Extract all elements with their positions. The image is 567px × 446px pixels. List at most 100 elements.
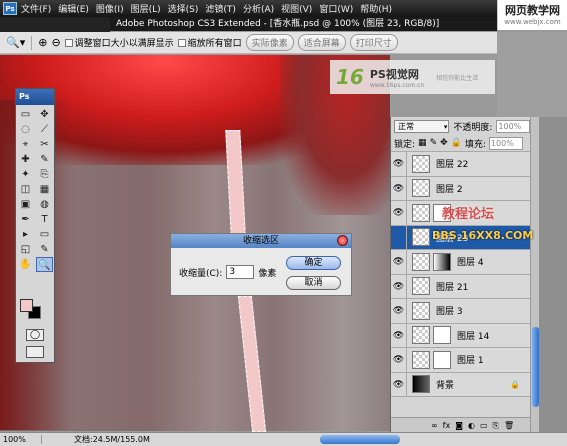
menu-layer[interactable]: 图层(L) xyxy=(131,2,161,15)
foreground-color-swatch[interactable] xyxy=(20,299,33,312)
opacity-input[interactable]: 100% xyxy=(496,119,530,133)
checkbox-box[interactable] xyxy=(177,38,186,47)
lock-move-icon[interactable]: ✥ xyxy=(440,138,448,148)
visibility-eye-icon[interactable]: 👁 xyxy=(391,250,407,274)
menu-analysis[interactable]: 分析(A) xyxy=(243,2,274,15)
magic-wand-tool-icon[interactable]: ⟋ xyxy=(36,122,53,137)
watermark-url: www.webjx.com xyxy=(504,18,561,26)
layer-name: 图层 3 xyxy=(436,307,463,318)
link-layers-icon[interactable]: ∞ xyxy=(431,421,438,430)
visibility-eye-icon[interactable] xyxy=(391,225,407,249)
eyedropper-tool-icon[interactable]: ✎ xyxy=(36,242,53,257)
layer-row[interactable]: 👁 图层 3 xyxy=(391,299,530,324)
lock-all-icon[interactable]: 🔒 xyxy=(451,138,462,148)
menu-filter[interactable]: 滤镜(T) xyxy=(205,2,236,15)
ok-button[interactable]: 确定 xyxy=(286,256,341,270)
resize-window-checkbox[interactable]: 调整窗口大小以满屏显示 xyxy=(64,36,174,49)
path-select-tool-icon[interactable]: ▸ xyxy=(17,227,34,242)
visibility-eye-icon[interactable]: 👁 xyxy=(391,348,407,372)
move-tool-icon[interactable]: ✥ xyxy=(36,107,53,122)
contract-amount-input[interactable]: 3 xyxy=(226,265,255,279)
checkbox-box[interactable] xyxy=(64,38,73,47)
gradient-tool-icon[interactable]: ▦ xyxy=(36,182,53,197)
notes-tool-icon[interactable]: ◱ xyxy=(17,242,34,257)
dodge-tool-icon[interactable]: ◍ xyxy=(36,197,53,212)
zoom-icon[interactable]: 🔍▾ xyxy=(6,36,25,49)
menu-edit[interactable]: 编辑(E) xyxy=(58,2,89,15)
photoshop-app-icon: Ps xyxy=(3,2,17,15)
layer-row[interactable]: 👁 背景 🔒 xyxy=(391,372,530,397)
window-title: Adobe Photoshop CS3 Extended - [香水瓶.psd … xyxy=(110,17,497,31)
layer-row[interactable]: 👁 图层 14 xyxy=(391,323,530,348)
layer-style-icon[interactable]: fx xyxy=(443,421,451,430)
hand-tool-icon[interactable]: ✋ xyxy=(17,257,34,272)
visibility-eye-icon[interactable]: 👁 xyxy=(391,176,407,200)
visibility-eye-icon[interactable]: 👁 xyxy=(391,323,407,347)
lock-transparency-icon[interactable]: ▦ xyxy=(418,138,427,148)
healing-tool-icon[interactable]: ✚ xyxy=(17,152,34,167)
layers-scrollbar[interactable] xyxy=(530,117,539,433)
layer-thumbnail xyxy=(412,326,430,345)
layer-row[interactable]: 👁 图层 2 xyxy=(391,176,530,201)
screen-mode-icon[interactable] xyxy=(26,346,44,358)
add-mask-icon[interactable]: ◙ xyxy=(455,421,463,430)
contract-amount-label: 收缩量(C): xyxy=(179,268,223,279)
options-bar: 🔍▾ ⊕ ⊖ 调整窗口大小以满屏显示 缩放所有窗口 实际像素 适合屏幕 打印尺寸 xyxy=(0,32,497,54)
visibility-eye-icon[interactable]: 👁 xyxy=(391,274,407,298)
adjustment-layer-icon[interactable]: ◐ xyxy=(468,421,475,430)
menu-select[interactable]: 选择(S) xyxy=(168,2,199,15)
lasso-tool-icon[interactable]: ◌ xyxy=(17,122,34,137)
cancel-button[interactable]: 取消 xyxy=(286,276,341,290)
delete-layer-icon[interactable]: 🗑 xyxy=(504,421,514,430)
fit-screen-button[interactable]: 适合屏幕 xyxy=(297,34,346,51)
layer-name: 图层 1 xyxy=(457,356,484,367)
forum-watermark: 教程论坛 xyxy=(442,207,495,222)
type-tool-icon[interactable]: T xyxy=(36,212,53,227)
menu-image[interactable]: 图像(I) xyxy=(96,2,124,15)
watermark-text: PS视觉网 www.16ps.com.cn xyxy=(370,66,424,89)
menu-window[interactable]: 窗口(W) xyxy=(319,2,353,15)
blur-tool-icon[interactable]: ▣ xyxy=(17,197,34,212)
fill-input[interactable]: 100% xyxy=(488,136,523,150)
blend-mode-select[interactable]: 正常 xyxy=(394,119,450,133)
menu-file[interactable]: 文件(F) xyxy=(21,2,51,15)
eraser-tool-icon[interactable]: ◫ xyxy=(17,182,34,197)
right-dock-lower xyxy=(539,117,567,433)
horizontal-scrollbar-thumb[interactable] xyxy=(320,435,400,444)
history-brush-icon[interactable]: ⎘ xyxy=(36,167,53,182)
pen-tool-icon[interactable]: ✒ xyxy=(17,212,34,227)
zoom-in-icon[interactable]: ⊕ xyxy=(38,36,47,49)
shape-tool-icon[interactable]: ▭ xyxy=(36,227,53,242)
zoom-level[interactable]: 100% xyxy=(0,435,42,444)
visibility-eye-icon[interactable]: 👁 xyxy=(391,372,407,396)
layer-row[interactable]: 👁 图层 1 xyxy=(391,348,530,373)
menu-view[interactable]: 视图(V) xyxy=(281,2,312,15)
lock-paint-icon[interactable]: ✎ xyxy=(430,138,438,148)
zoom-tool-icon[interactable]: 🔍 xyxy=(36,257,53,272)
quick-mask-icon[interactable]: ◯ xyxy=(26,329,44,341)
close-icon[interactable] xyxy=(337,235,348,246)
visibility-eye-icon[interactable]: 👁 xyxy=(391,299,407,323)
scrollbar-thumb[interactable] xyxy=(532,327,539,407)
print-size-button[interactable]: 打印尺寸 xyxy=(349,34,398,51)
brush-tool-icon[interactable]: ✎ xyxy=(36,152,53,167)
marquee-tool-icon[interactable]: ▭ xyxy=(17,107,34,122)
layer-row[interactable]: 👁 图层 21 xyxy=(391,274,530,299)
layer-name: 图层 22 xyxy=(436,160,469,171)
new-group-icon[interactable]: ▭ xyxy=(480,421,488,430)
new-layer-icon[interactable]: ⎘ xyxy=(493,421,499,431)
visibility-eye-icon[interactable]: 👁 xyxy=(391,201,407,225)
visibility-eye-icon[interactable]: 👁 xyxy=(391,152,407,176)
slice-tool-icon[interactable]: ✂ xyxy=(36,137,53,152)
zoom-out-icon[interactable]: ⊖ xyxy=(51,36,60,49)
crop-tool-icon[interactable]: ⌖ xyxy=(17,137,34,152)
layer-row[interactable]: 👁 图层 4 xyxy=(391,250,530,275)
forum-url-watermark: BBS.16XX8.COM xyxy=(432,229,534,242)
watermark-title: 网页教学网 xyxy=(505,4,560,17)
layer-row[interactable]: 👁 图层 22 xyxy=(391,152,530,177)
zoom-all-windows-checkbox[interactable]: 缩放所有窗口 xyxy=(177,36,242,49)
actual-pixels-button[interactable]: 实际像素 xyxy=(245,34,294,51)
watermark-logo: 16 xyxy=(336,65,364,89)
stamp-tool-icon[interactable]: ✦ xyxy=(17,167,34,182)
menu-help[interactable]: 帮助(H) xyxy=(360,2,392,15)
